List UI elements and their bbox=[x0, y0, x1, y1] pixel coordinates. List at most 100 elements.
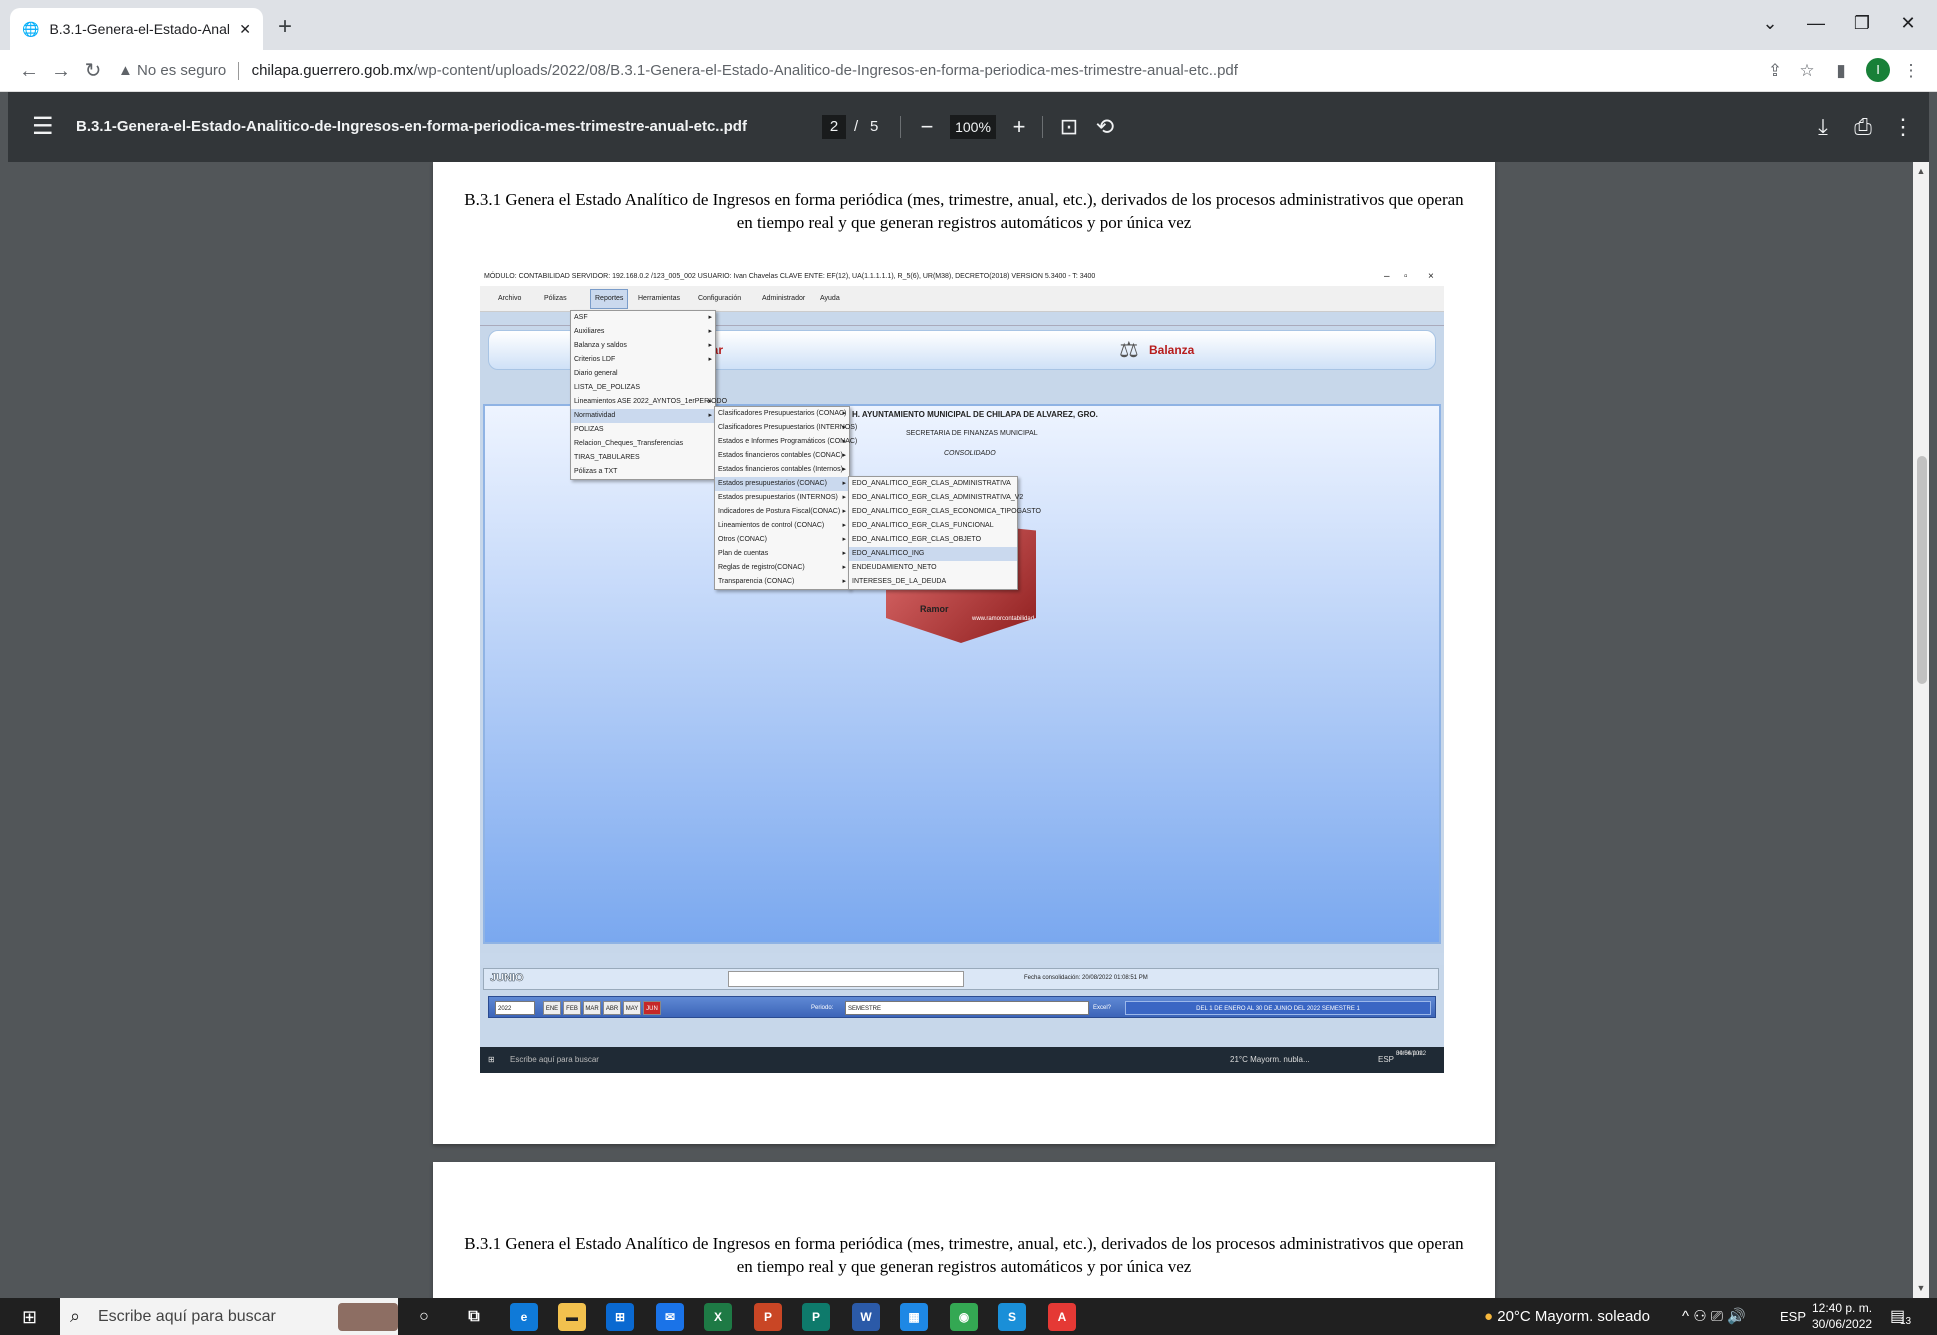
skype-icon[interactable]: S bbox=[998, 1303, 1026, 1331]
word-icon[interactable]: W bbox=[852, 1303, 880, 1331]
estados-item: EDO_ANALITICO_EGR_CLAS_ADMINISTRATIVA_V2 bbox=[852, 494, 1024, 501]
estados-item: EDO_ANALITICO_EGR_CLAS_ADMINISTRATIVA bbox=[852, 480, 1011, 487]
fit-page-icon[interactable]: ⊡ bbox=[1054, 110, 1084, 144]
back-button[interactable]: ← bbox=[14, 56, 44, 86]
address-bar[interactable]: ▲ No es seguro chilapa.guerrero.gob.mx/w… bbox=[118, 56, 1758, 86]
file-explorer-icon[interactable]: ▬ bbox=[558, 1303, 586, 1331]
panel-right-text: Balanza bbox=[1149, 343, 1195, 357]
address-separator bbox=[238, 62, 240, 81]
restore-button[interactable]: ❐ bbox=[1842, 8, 1882, 38]
side-panel-icon[interactable]: ▮ bbox=[1826, 56, 1856, 86]
tab-strip: 🌐 B.3.1-Genera-el-Estado-Analitico ✕ + ⌄… bbox=[0, 0, 1937, 50]
total-pages: 5 bbox=[870, 118, 879, 135]
normatividad-item: Transparencia (CONAC) bbox=[715, 575, 849, 589]
publisher-icon[interactable]: P bbox=[802, 1303, 830, 1331]
system-clock[interactable]: 12:40 p. m. 30/06/2022 bbox=[1812, 1300, 1872, 1332]
menu-estados-dropdown: EDO_ANALITICO_EGR_CLAS_ADMINISTRATIVA ED… bbox=[848, 476, 1041, 590]
page-separator: / bbox=[854, 118, 859, 135]
zoom-level-input[interactable]: 100% bbox=[950, 115, 996, 139]
fecha-consolidacion: Fecha consolidación: 20/08/2022 01:08:51… bbox=[1024, 975, 1148, 981]
estados-item: EDO_ANALITICO_EGR_CLAS_ECONOMICA_TIPOGAS… bbox=[852, 508, 1041, 515]
zoom-in-button[interactable]: + bbox=[1004, 110, 1034, 144]
reload-button[interactable]: ↻ bbox=[78, 56, 108, 86]
scale-icon: ⚖ bbox=[1119, 337, 1139, 362]
month-button: FEB bbox=[563, 1001, 581, 1015]
entity-name: H. AYUNTAMIENTO MUNICIPAL DE CHILAPA DE … bbox=[852, 410, 1098, 419]
pdf-more-icon[interactable]: ⋮ bbox=[1888, 110, 1918, 144]
url-path: /wp-content/uploads/2022/08/B.3.1-Genera… bbox=[413, 62, 1238, 79]
warning-icon: ▲ bbox=[118, 62, 133, 79]
bookmark-star-icon[interactable]: ☆ bbox=[1792, 56, 1822, 86]
scroll-up-arrow[interactable]: ▲ bbox=[1915, 166, 1927, 176]
scroll-down-arrow[interactable]: ▼ bbox=[1915, 1283, 1927, 1293]
task-view-icon[interactable]: ⧉ bbox=[460, 1303, 488, 1331]
inner-date: 30/06/2022 bbox=[1396, 1051, 1427, 1057]
app-close-icon: × bbox=[1428, 271, 1434, 282]
app-menu-bar: Archivo Pólizas Reportes Herramientas Co… bbox=[480, 286, 1444, 312]
reportes-item: Lineamientos ASE 2022_AYNTOS_1erPERIODO bbox=[571, 395, 727, 409]
reportes-item: Relacion_Cheques_Transferencias bbox=[574, 440, 684, 447]
mail-icon[interactable]: ✉ bbox=[656, 1303, 684, 1331]
zoom-out-button[interactable]: − bbox=[912, 110, 942, 144]
print-icon[interactable]: ⎙ bbox=[1848, 110, 1878, 144]
reportes-item: Criterios LDF bbox=[571, 353, 715, 367]
browser-toolbar: ← → ↻ ▲ No es seguro chilapa.guerrero.go… bbox=[0, 50, 1937, 92]
estados-item: EDO_ANALITICO_EGR_CLAS_FUNCIONAL bbox=[852, 522, 994, 529]
new-tab-button[interactable]: + bbox=[270, 12, 300, 42]
normatividad-item: Estados e Informes Programáticos (CONAC) bbox=[715, 435, 857, 449]
chrome-icon[interactable]: ◉ bbox=[950, 1303, 978, 1331]
weather-sun-icon: ● bbox=[1484, 1308, 1494, 1325]
page-caption-line1: B.3.1 Genera el Estado Analítico de Ingr… bbox=[464, 1234, 1464, 1253]
rotate-icon[interactable]: ⟲ bbox=[1090, 110, 1120, 144]
windows-start-icon[interactable]: ⊞ bbox=[22, 1307, 37, 1328]
pdf-scroll-thumb[interactable] bbox=[1917, 456, 1927, 684]
download-icon[interactable]: ⤓ bbox=[1808, 110, 1838, 144]
secretaria-name: SECRETARIA DE FINANZAS MUNICIPAL bbox=[906, 430, 1038, 437]
cortana-icon[interactable]: ○ bbox=[410, 1303, 438, 1331]
app-minimize-icon: – bbox=[1384, 271, 1390, 282]
consolidado-label: CONSOLIDADO bbox=[944, 450, 996, 457]
hamburger-menu-icon[interactable]: ☰ bbox=[32, 112, 54, 142]
month-button: MAY bbox=[623, 1001, 641, 1015]
share-icon[interactable]: ⇪ bbox=[1760, 56, 1790, 86]
excel-checkbox-label: Excel? bbox=[1093, 1005, 1112, 1011]
range-label: DEL 1 DE ENERO AL 30 DE JUNIO DEL 2022 S… bbox=[1125, 1001, 1431, 1015]
browser-tab[interactable]: 🌐 B.3.1-Genera-el-Estado-Analitico ✕ bbox=[10, 8, 263, 50]
app-titlebar: MÓDULO: CONTABILIDAD SERVIDOR: 192.168.0… bbox=[480, 268, 1444, 286]
tab-title: B.3.1-Genera-el-Estado-Analitico bbox=[49, 21, 230, 37]
normatividad-item-estados-presupuestarios: Estados presupuestarios (CONAC) bbox=[715, 477, 849, 491]
taskbar-search-placeholder: Escribe aquí para buscar bbox=[98, 1308, 276, 1325]
page-number-input[interactable]: 2 bbox=[822, 115, 846, 139]
acrobat-icon[interactable]: A bbox=[1048, 1303, 1076, 1331]
month-button-selected: JUN bbox=[643, 1001, 661, 1015]
estados-item-edo-analitico-ing: EDO_ANALITICO_ING bbox=[849, 547, 1017, 561]
inner-taskbar-search: Escribe aquí para buscar bbox=[510, 1055, 599, 1064]
tab-search-icon[interactable]: ⌄ bbox=[1750, 8, 1790, 38]
minimize-button[interactable]: — bbox=[1796, 8, 1836, 38]
weather-widget[interactable]: ● 20°C Mayorm. soleado bbox=[1484, 1298, 1650, 1335]
notification-count: 13 bbox=[1900, 1316, 1912, 1327]
language-indicator[interactable]: ESP bbox=[1780, 1298, 1806, 1335]
app-icon[interactable]: ▦ bbox=[900, 1303, 928, 1331]
forward-button[interactable]: → bbox=[46, 56, 76, 86]
inner-taskbar-lang: ESP bbox=[1378, 1055, 1395, 1064]
status-panel: JUNIO Fecha consolidación: 20/08/2022 01… bbox=[483, 968, 1439, 990]
profile-avatar[interactable]: I bbox=[1866, 58, 1890, 82]
close-tab-icon[interactable]: ✕ bbox=[239, 21, 251, 38]
search-highlight-icon bbox=[338, 1303, 398, 1331]
pdf-filename: B.3.1-Genera-el-Estado-Analitico-de-Ingr… bbox=[76, 118, 747, 135]
store-icon[interactable]: ⊞ bbox=[606, 1303, 634, 1331]
browser-menu-icon[interactable]: ⋮ bbox=[1896, 56, 1926, 86]
toolbar-divider bbox=[1042, 116, 1043, 138]
excel-icon[interactable]: X bbox=[704, 1303, 732, 1331]
pdf-scrollbar[interactable] bbox=[1913, 162, 1929, 1298]
normatividad-item: Clasificadores Presupuestarios (INTERNOS… bbox=[715, 421, 857, 435]
edge-icon[interactable]: e bbox=[510, 1303, 538, 1331]
app-strip-bottom bbox=[480, 953, 1444, 965]
month-label: JUNIO bbox=[490, 972, 524, 985]
tray-icons[interactable]: ^ ⚇ ⎚ 🔊 bbox=[1682, 1298, 1746, 1335]
powerpoint-icon[interactable]: P bbox=[754, 1303, 782, 1331]
close-window-button[interactable]: ✕ bbox=[1888, 8, 1928, 38]
reportes-item: ASF bbox=[571, 311, 715, 325]
weather-text: 20°C Mayorm. soleado bbox=[1497, 1308, 1650, 1325]
